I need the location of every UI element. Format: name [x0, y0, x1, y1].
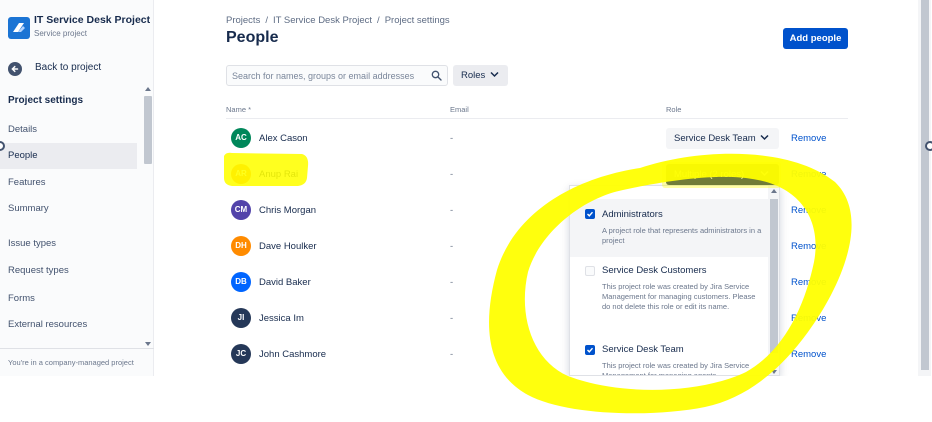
search-field[interactable] — [226, 65, 448, 86]
header-divider — [226, 118, 848, 119]
sidebar-item-features[interactable]: Features — [0, 170, 137, 196]
role-dropdown-menu: Administrators A project role that repre… — [569, 185, 780, 376]
column-header-role: Role — [666, 105, 682, 114]
avatar[interactable]: DB — [231, 272, 251, 292]
sidebar-scrollbar[interactable] — [142, 86, 153, 348]
column-header-name[interactable]: Name * — [226, 105, 251, 114]
role-option-description: This project role was created by Jira Se… — [602, 282, 756, 311]
checkbox-checked-icon[interactable] — [585, 209, 595, 219]
remove-link[interactable]: Remove — [791, 205, 826, 216]
roles-filter-label: Roles — [461, 70, 486, 81]
dropdown-scroll-thumb[interactable] — [770, 199, 778, 353]
breadcrumb-separator: / — [265, 15, 268, 26]
checkbox-checked-icon[interactable] — [585, 345, 595, 355]
search-icon[interactable] — [431, 70, 442, 81]
user-name[interactable]: David Baker — [259, 277, 311, 288]
breadcrumb-separator: / — [377, 15, 380, 26]
page-resize-handle[interactable] — [925, 141, 932, 151]
add-people-button[interactable]: Add people — [783, 28, 848, 49]
role-option-service-desk-team[interactable]: Service Desk Team This project role was … — [570, 334, 768, 376]
arrow-left-icon — [8, 62, 22, 76]
scroll-down-icon[interactable] — [145, 342, 151, 346]
remove-link[interactable]: Remove — [791, 133, 826, 144]
avatar[interactable]: CM — [231, 200, 251, 220]
scroll-up-icon[interactable] — [145, 87, 151, 91]
role-select[interactable]: Service Desk Team — [666, 128, 779, 149]
sidebar: IT Service Desk Project Service project … — [0, 0, 154, 376]
user-name[interactable]: Dave Houlker — [259, 241, 317, 252]
breadcrumb: Projects / IT Service Desk Project / Project… — [226, 15, 450, 26]
main-scrollbar[interactable] — [918, 0, 931, 376]
project-type: Service project — [34, 29, 87, 38]
table-row: AC Alex Cason - Service Desk Team Remove — [226, 120, 848, 156]
role-select-value: Multiple (2 roles) — [674, 169, 745, 180]
page-title: People — [226, 29, 279, 46]
avatar[interactable]: JI — [231, 308, 251, 328]
project-settings-heading: Project settings — [8, 95, 84, 106]
back-to-project-label: Back to project — [35, 62, 102, 73]
user-email: - — [450, 133, 454, 144]
column-header-email: Email — [450, 105, 469, 114]
chevron-down-icon — [760, 134, 769, 141]
user-email: - — [450, 277, 454, 288]
project-name: IT Service Desk Project — [34, 14, 151, 26]
user-name[interactable]: Alex Cason — [259, 133, 308, 144]
role-select[interactable]: Multiple (2 roles) — [666, 164, 779, 185]
chevron-down-icon — [490, 71, 499, 78]
avatar[interactable]: JC — [231, 344, 251, 364]
avatar[interactable]: AR — [231, 164, 251, 184]
project-header[interactable]: IT Service Desk Project Service project — [8, 14, 151, 44]
avatar[interactable]: AC — [231, 128, 251, 148]
remove-link[interactable]: Remove — [791, 277, 826, 288]
remove-link[interactable]: Remove — [791, 349, 826, 360]
blank-area — [0, 376, 932, 422]
user-email: - — [450, 313, 454, 324]
role-option-title: Service Desk Customers — [602, 265, 707, 276]
breadcrumb-project-settings[interactable]: Project settings — [385, 15, 450, 26]
remove-link[interactable]: Remove — [791, 241, 826, 252]
sidebar-item-external-resources[interactable]: External resources — [0, 312, 137, 338]
user-name[interactable]: Anup Rai — [259, 169, 298, 180]
dropdown-scrollbar[interactable] — [768, 186, 779, 375]
user-email: - — [450, 349, 454, 360]
role-option-administrators[interactable]: Administrators A project role that repre… — [570, 199, 768, 257]
role-select-value: Service Desk Team — [674, 133, 756, 144]
roles-filter-button[interactable]: Roles — [453, 65, 508, 86]
role-option-description: This project role was created by Jira Se… — [602, 361, 750, 376]
scroll-down-icon[interactable] — [771, 370, 777, 374]
sidebar-item-request-types[interactable]: Request types — [0, 258, 137, 284]
role-option-title: Service Desk Team — [602, 344, 684, 355]
main-scroll-thumb[interactable] — [921, 0, 929, 370]
sidebar-item-issue-types[interactable]: Issue types — [0, 231, 137, 257]
app-window: IT Service Desk Project Service project … — [0, 0, 932, 376]
scroll-up-icon[interactable] — [771, 189, 777, 193]
role-option-description: A project role that represents administr… — [602, 226, 762, 245]
user-email: - — [450, 169, 454, 180]
project-logo-icon — [8, 17, 30, 39]
checkbox-unchecked-icon[interactable] — [585, 266, 595, 276]
user-email: - — [450, 241, 454, 252]
user-email: - — [450, 205, 454, 216]
avatar[interactable]: DH — [231, 236, 251, 256]
user-name[interactable]: John Cashmore — [259, 349, 326, 360]
sidebar-item-people[interactable]: People — [0, 143, 137, 169]
role-option-service-desk-customers[interactable]: Service Desk Customers This project role… — [570, 257, 768, 334]
user-name[interactable]: Jessica Im — [259, 313, 304, 324]
remove-link[interactable]: Remove — [791, 313, 826, 324]
sidebar-item-forms[interactable]: Forms — [0, 286, 137, 312]
breadcrumb-project[interactable]: IT Service Desk Project — [273, 15, 372, 26]
back-to-project-link[interactable]: Back to project — [8, 60, 148, 78]
sidebar-scroll-thumb[interactable] — [144, 96, 152, 164]
breadcrumb-projects[interactable]: Projects — [226, 15, 260, 26]
search-input[interactable] — [227, 66, 427, 85]
remove-link[interactable]: Remove — [791, 169, 826, 180]
sidebar-item-details[interactable]: Details — [0, 117, 137, 143]
sidebar-item-summary[interactable]: Summary — [0, 196, 137, 222]
company-managed-notice[interactable]: You're in a company-managed project — [0, 348, 154, 376]
role-option-title: Administrators — [602, 209, 663, 220]
chevron-down-icon — [760, 170, 769, 177]
user-name[interactable]: Chris Morgan — [259, 205, 316, 216]
